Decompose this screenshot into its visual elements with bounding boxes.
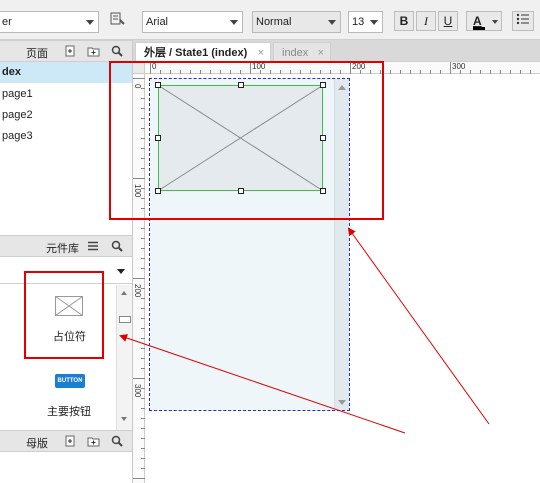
annotation-arrows bbox=[119, 227, 490, 434]
